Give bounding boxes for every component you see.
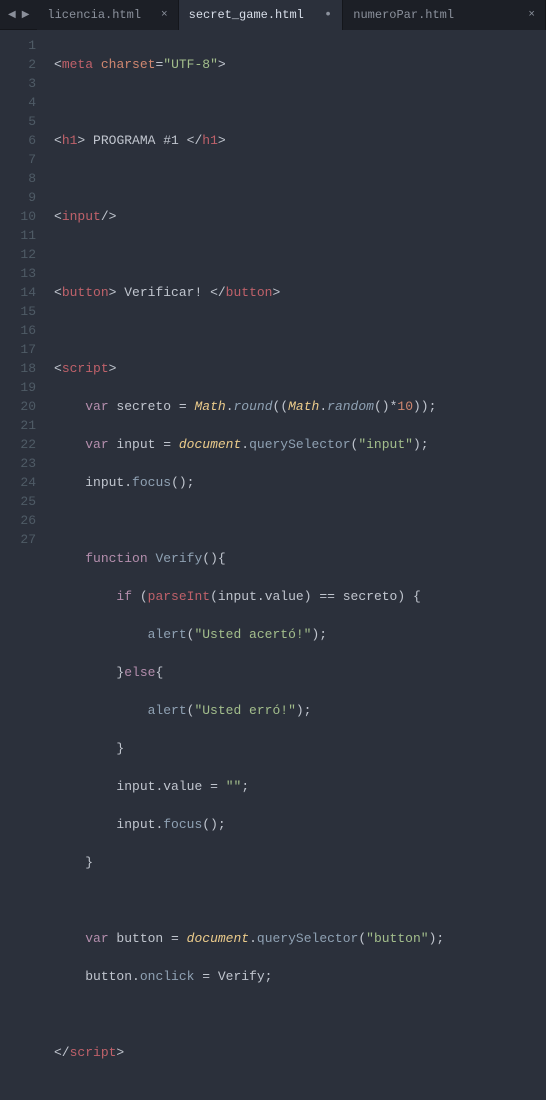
line-number: 18 xyxy=(4,359,36,378)
code-line: var secreto = Math.round((Math.random()*… xyxy=(54,397,444,416)
line-number: 25 xyxy=(4,492,36,511)
close-icon[interactable]: × xyxy=(149,9,168,21)
code-content[interactable]: <meta charset="UTF-8"> <h1> PROGRAMA #1 … xyxy=(46,30,444,553)
line-number: 12 xyxy=(4,245,36,264)
nav-forward-icon[interactable]: ▶ xyxy=(20,7,32,23)
line-number: 26 xyxy=(4,511,36,530)
tab-nav: ◀ ▶ xyxy=(0,7,37,23)
code-line: if (parseInt(input.value) == secreto) { xyxy=(54,587,444,606)
code-line: alert("Usted erró!"); xyxy=(54,701,444,720)
code-line: input.focus(); xyxy=(54,473,444,492)
code-line: </script> xyxy=(54,1043,444,1062)
dirty-indicator-icon[interactable]: • xyxy=(312,8,332,22)
line-number: 21 xyxy=(4,416,36,435)
code-line xyxy=(54,891,444,910)
code-line xyxy=(54,321,444,340)
line-number: 1 xyxy=(4,36,36,55)
close-icon[interactable]: × xyxy=(516,9,535,21)
code-line xyxy=(54,511,444,530)
code-line: <input/> xyxy=(54,207,444,226)
line-number: 20 xyxy=(4,397,36,416)
code-line: <script> xyxy=(54,359,444,378)
line-number: 3 xyxy=(4,74,36,93)
line-number: 16 xyxy=(4,321,36,340)
nav-back-icon[interactable]: ◀ xyxy=(6,7,18,23)
code-line: alert("Usted acertó!"); xyxy=(54,625,444,644)
code-line: }else{ xyxy=(54,663,444,682)
line-number: 27 xyxy=(4,530,36,549)
code-line: <meta charset="UTF-8"> xyxy=(54,55,444,74)
code-line: var button = document.querySelector("but… xyxy=(54,929,444,948)
line-number: 19 xyxy=(4,378,36,397)
code-line: input.focus(); xyxy=(54,815,444,834)
line-number: 23 xyxy=(4,454,36,473)
line-number: 15 xyxy=(4,302,36,321)
line-number: 10 xyxy=(4,207,36,226)
code-line xyxy=(54,1005,444,1024)
line-number: 17 xyxy=(4,340,36,359)
code-line xyxy=(54,169,444,188)
line-number: 6 xyxy=(4,131,36,150)
code-editor[interactable]: 1 2 3 4 5 6 7 8 9 10 11 12 13 14 15 16 1… xyxy=(0,30,546,553)
tab-bar: ◀ ▶ licencia.html × secret_game.html • n… xyxy=(0,0,546,30)
code-line: <button> Verificar! </button> xyxy=(54,283,444,302)
tab-label: licencia.html xyxy=(47,8,141,22)
line-number: 14 xyxy=(4,283,36,302)
code-line: var input = document.querySelector("inpu… xyxy=(54,435,444,454)
code-line: button.onclick = Verify; xyxy=(54,967,444,986)
tab-secret-game[interactable]: secret_game.html • xyxy=(179,0,344,30)
line-number: 13 xyxy=(4,264,36,283)
line-number: 11 xyxy=(4,226,36,245)
tab-numeropar[interactable]: numeroPar.html × xyxy=(343,0,546,30)
code-line: <h1> PROGRAMA #1 </h1> xyxy=(54,131,444,150)
tab-label: numeroPar.html xyxy=(353,8,454,22)
code-line: input.value = ""; xyxy=(54,777,444,796)
line-number: 24 xyxy=(4,473,36,492)
code-line xyxy=(54,93,444,112)
line-number-gutter: 1 2 3 4 5 6 7 8 9 10 11 12 13 14 15 16 1… xyxy=(0,30,46,553)
line-number: 8 xyxy=(4,169,36,188)
tab-label: secret_game.html xyxy=(189,8,304,22)
code-line: } xyxy=(54,853,444,872)
code-line: function Verify(){ xyxy=(54,549,444,568)
line-number: 22 xyxy=(4,435,36,454)
line-number: 5 xyxy=(4,112,36,131)
line-number: 9 xyxy=(4,188,36,207)
line-number: 2 xyxy=(4,55,36,74)
tab-licencia[interactable]: licencia.html × xyxy=(37,0,178,30)
line-number: 4 xyxy=(4,93,36,112)
line-number: 7 xyxy=(4,150,36,169)
code-line: } xyxy=(54,739,444,758)
code-line xyxy=(54,245,444,264)
